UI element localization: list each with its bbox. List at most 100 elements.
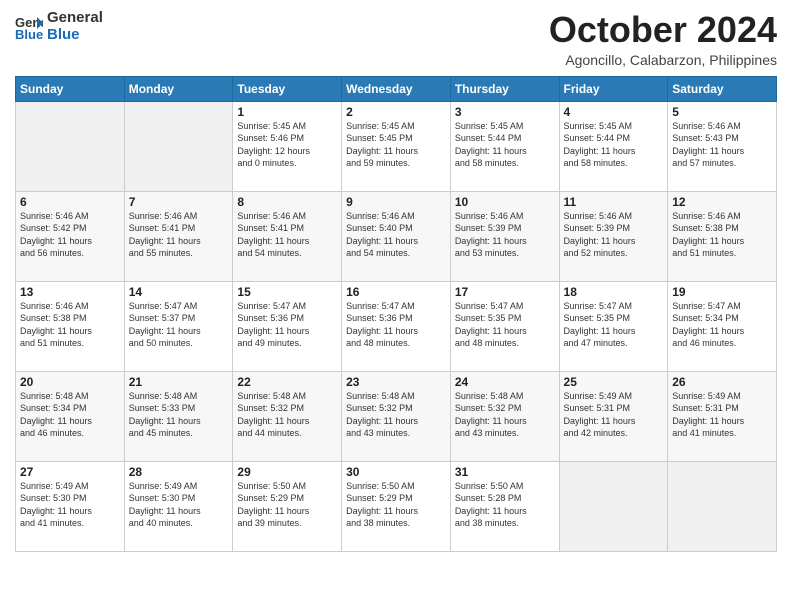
calendar-cell — [16, 101, 125, 191]
day-info: Sunrise: 5:49 AMSunset: 5:30 PMDaylight:… — [20, 480, 120, 530]
day-info: Sunrise: 5:48 AMSunset: 5:32 PMDaylight:… — [455, 390, 555, 440]
day-number: 1 — [237, 105, 337, 119]
weekday-header-monday: Monday — [124, 76, 233, 101]
day-number: 19 — [672, 285, 772, 299]
calendar-cell: 3Sunrise: 5:45 AMSunset: 5:44 PMDaylight… — [450, 101, 559, 191]
day-info: Sunrise: 5:47 AMSunset: 5:36 PMDaylight:… — [346, 300, 446, 350]
day-info: Sunrise: 5:47 AMSunset: 5:35 PMDaylight:… — [564, 300, 664, 350]
calendar-cell: 17Sunrise: 5:47 AMSunset: 5:35 PMDayligh… — [450, 281, 559, 371]
day-number: 10 — [455, 195, 555, 209]
weekday-header-saturday: Saturday — [668, 76, 777, 101]
day-number: 29 — [237, 465, 337, 479]
logo-blue: Blue — [47, 27, 103, 44]
calendar-cell: 5Sunrise: 5:46 AMSunset: 5:43 PMDaylight… — [668, 101, 777, 191]
calendar-cell: 18Sunrise: 5:47 AMSunset: 5:35 PMDayligh… — [559, 281, 668, 371]
calendar-week-4: 20Sunrise: 5:48 AMSunset: 5:34 PMDayligh… — [16, 371, 777, 461]
day-number: 6 — [20, 195, 120, 209]
day-number: 28 — [129, 465, 229, 479]
calendar-cell: 21Sunrise: 5:48 AMSunset: 5:33 PMDayligh… — [124, 371, 233, 461]
day-info: Sunrise: 5:46 AMSunset: 5:39 PMDaylight:… — [564, 210, 664, 260]
calendar-cell: 23Sunrise: 5:48 AMSunset: 5:32 PMDayligh… — [342, 371, 451, 461]
day-number: 31 — [455, 465, 555, 479]
day-info: Sunrise: 5:50 AMSunset: 5:29 PMDaylight:… — [237, 480, 337, 530]
calendar-cell: 7Sunrise: 5:46 AMSunset: 5:41 PMDaylight… — [124, 191, 233, 281]
logo: General Blue General Blue — [15, 10, 103, 43]
calendar-cell: 24Sunrise: 5:48 AMSunset: 5:32 PMDayligh… — [450, 371, 559, 461]
day-number: 18 — [564, 285, 664, 299]
calendar-cell: 8Sunrise: 5:46 AMSunset: 5:41 PMDaylight… — [233, 191, 342, 281]
day-info: Sunrise: 5:45 AMSunset: 5:44 PMDaylight:… — [455, 120, 555, 170]
page: General Blue General Blue October 2024 A… — [0, 0, 792, 612]
day-info: Sunrise: 5:46 AMSunset: 5:43 PMDaylight:… — [672, 120, 772, 170]
weekday-header-thursday: Thursday — [450, 76, 559, 101]
calendar-cell: 4Sunrise: 5:45 AMSunset: 5:44 PMDaylight… — [559, 101, 668, 191]
day-number: 15 — [237, 285, 337, 299]
calendar-cell: 2Sunrise: 5:45 AMSunset: 5:45 PMDaylight… — [342, 101, 451, 191]
calendar-week-1: 1Sunrise: 5:45 AMSunset: 5:46 PMDaylight… — [16, 101, 777, 191]
calendar-table: SundayMondayTuesdayWednesdayThursdayFrid… — [15, 76, 777, 552]
day-number: 17 — [455, 285, 555, 299]
day-info: Sunrise: 5:48 AMSunset: 5:32 PMDaylight:… — [346, 390, 446, 440]
day-number: 30 — [346, 465, 446, 479]
calendar-cell: 16Sunrise: 5:47 AMSunset: 5:36 PMDayligh… — [342, 281, 451, 371]
day-number: 21 — [129, 375, 229, 389]
calendar-cell: 31Sunrise: 5:50 AMSunset: 5:28 PMDayligh… — [450, 461, 559, 551]
day-number: 23 — [346, 375, 446, 389]
weekday-header-tuesday: Tuesday — [233, 76, 342, 101]
calendar-cell: 9Sunrise: 5:46 AMSunset: 5:40 PMDaylight… — [342, 191, 451, 281]
calendar-week-3: 13Sunrise: 5:46 AMSunset: 5:38 PMDayligh… — [16, 281, 777, 371]
logo-icon: General Blue — [15, 13, 43, 41]
day-info: Sunrise: 5:48 AMSunset: 5:34 PMDaylight:… — [20, 390, 120, 440]
day-info: Sunrise: 5:45 AMSunset: 5:45 PMDaylight:… — [346, 120, 446, 170]
day-number: 14 — [129, 285, 229, 299]
day-number: 8 — [237, 195, 337, 209]
calendar-cell: 27Sunrise: 5:49 AMSunset: 5:30 PMDayligh… — [16, 461, 125, 551]
day-number: 12 — [672, 195, 772, 209]
calendar-week-5: 27Sunrise: 5:49 AMSunset: 5:30 PMDayligh… — [16, 461, 777, 551]
day-number: 26 — [672, 375, 772, 389]
calendar-cell: 13Sunrise: 5:46 AMSunset: 5:38 PMDayligh… — [16, 281, 125, 371]
day-number: 24 — [455, 375, 555, 389]
day-number: 11 — [564, 195, 664, 209]
calendar-cell: 28Sunrise: 5:49 AMSunset: 5:30 PMDayligh… — [124, 461, 233, 551]
day-number: 16 — [346, 285, 446, 299]
calendar-cell: 19Sunrise: 5:47 AMSunset: 5:34 PMDayligh… — [668, 281, 777, 371]
day-info: Sunrise: 5:47 AMSunset: 5:34 PMDaylight:… — [672, 300, 772, 350]
day-info: Sunrise: 5:45 AMSunset: 5:44 PMDaylight:… — [564, 120, 664, 170]
weekday-header-friday: Friday — [559, 76, 668, 101]
day-number: 27 — [20, 465, 120, 479]
day-info: Sunrise: 5:47 AMSunset: 5:36 PMDaylight:… — [237, 300, 337, 350]
calendar-cell: 6Sunrise: 5:46 AMSunset: 5:42 PMDaylight… — [16, 191, 125, 281]
day-info: Sunrise: 5:46 AMSunset: 5:42 PMDaylight:… — [20, 210, 120, 260]
month-title: October 2024 — [549, 10, 777, 50]
day-number: 4 — [564, 105, 664, 119]
calendar-cell: 30Sunrise: 5:50 AMSunset: 5:29 PMDayligh… — [342, 461, 451, 551]
calendar-cell — [124, 101, 233, 191]
header: General Blue General Blue October 2024 A… — [15, 10, 777, 68]
day-info: Sunrise: 5:50 AMSunset: 5:29 PMDaylight:… — [346, 480, 446, 530]
calendar-cell: 29Sunrise: 5:50 AMSunset: 5:29 PMDayligh… — [233, 461, 342, 551]
day-number: 22 — [237, 375, 337, 389]
day-info: Sunrise: 5:46 AMSunset: 5:40 PMDaylight:… — [346, 210, 446, 260]
calendar-cell: 22Sunrise: 5:48 AMSunset: 5:32 PMDayligh… — [233, 371, 342, 461]
day-number: 3 — [455, 105, 555, 119]
day-info: Sunrise: 5:49 AMSunset: 5:31 PMDaylight:… — [564, 390, 664, 440]
svg-text:Blue: Blue — [15, 27, 43, 41]
day-info: Sunrise: 5:46 AMSunset: 5:38 PMDaylight:… — [672, 210, 772, 260]
day-info: Sunrise: 5:50 AMSunset: 5:28 PMDaylight:… — [455, 480, 555, 530]
day-info: Sunrise: 5:46 AMSunset: 5:41 PMDaylight:… — [129, 210, 229, 260]
day-info: Sunrise: 5:47 AMSunset: 5:35 PMDaylight:… — [455, 300, 555, 350]
day-number: 20 — [20, 375, 120, 389]
day-info: Sunrise: 5:46 AMSunset: 5:38 PMDaylight:… — [20, 300, 120, 350]
day-info: Sunrise: 5:48 AMSunset: 5:32 PMDaylight:… — [237, 390, 337, 440]
calendar-header-row: SundayMondayTuesdayWednesdayThursdayFrid… — [16, 76, 777, 101]
calendar-cell: 1Sunrise: 5:45 AMSunset: 5:46 PMDaylight… — [233, 101, 342, 191]
day-number: 13 — [20, 285, 120, 299]
day-info: Sunrise: 5:46 AMSunset: 5:41 PMDaylight:… — [237, 210, 337, 260]
calendar-cell: 10Sunrise: 5:46 AMSunset: 5:39 PMDayligh… — [450, 191, 559, 281]
day-info: Sunrise: 5:45 AMSunset: 5:46 PMDaylight:… — [237, 120, 337, 170]
day-info: Sunrise: 5:48 AMSunset: 5:33 PMDaylight:… — [129, 390, 229, 440]
calendar-cell — [668, 461, 777, 551]
logo-general: General — [47, 10, 103, 27]
day-number: 5 — [672, 105, 772, 119]
